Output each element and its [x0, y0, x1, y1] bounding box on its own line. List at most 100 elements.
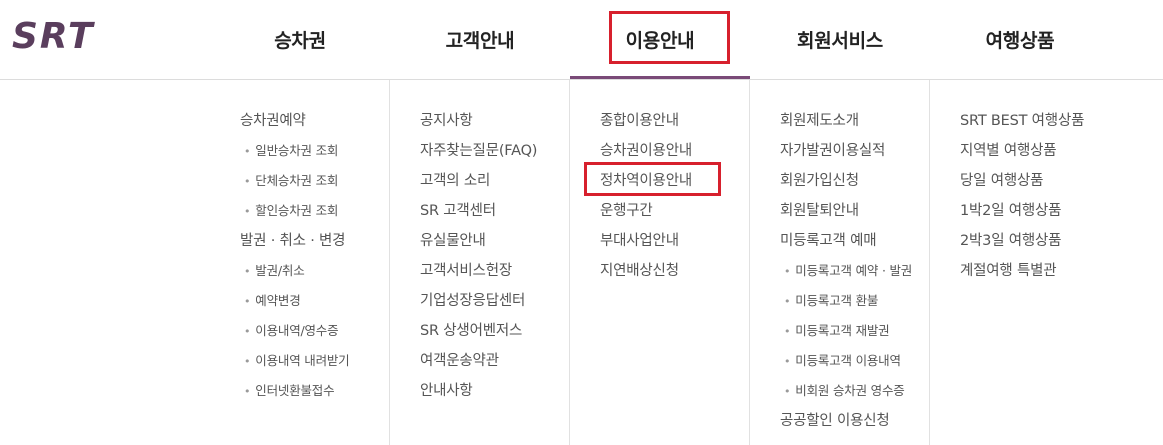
submenu-item-ticket[interactable]: • 발권/취소 [240, 256, 389, 286]
menu-item-label: 미등록고객 예약 · 발권 [795, 263, 913, 278]
menu-item-label: 회원탈퇴안내 [780, 203, 859, 219]
active-tab-underline [570, 76, 750, 79]
highlight-box-usage-tab [609, 11, 730, 64]
menu-item-member[interactable]: 회원가입신청 [780, 166, 930, 196]
menu-item-label: SRT BEST 여행상품 [960, 113, 1085, 129]
menu-item-label: 부대사업안내 [600, 233, 679, 249]
menu-column-travel: SRT BEST 여행상품지역별 여행상품 당일 여행상품 1박2일 여행상품 2박3… [929, 80, 1110, 445]
menu-item-member[interactable]: 회원제도소개 [780, 106, 930, 136]
menu-list-member: 회원제도소개 자가발권이용실적 회원가입신청 회원탈퇴안내 미등록고객 예매 • 미등록고객… [780, 106, 930, 436]
menu-item-label: 공공할인 이용신청 [780, 413, 890, 429]
menu-item-label: 이용내역/영수증 [255, 323, 339, 338]
menu-item-travel[interactable]: 1박2일 여행상품 [960, 196, 1110, 226]
menu-list-customer: 공지사항자주찾는질문(FAQ) 고객의 소리 SR 고객센터유실물안내고객서비스헌장… [420, 106, 570, 406]
menu-item-label: 미등록고객 이용내역 [795, 353, 901, 368]
submenu-item-ticket[interactable]: • 단체승차권 조회 [240, 166, 389, 196]
menu-item-label: 미등록고객 환불 [795, 293, 879, 308]
menu-item-label: 유실물안내 [420, 233, 486, 249]
menu-item-label: 예약변경 [255, 293, 301, 308]
submenu-item-ticket[interactable]: • 예약변경 [240, 286, 389, 316]
menu-item-label: 운행구간 [600, 203, 653, 219]
menu-item-label: 이용내역 내려받기 [255, 353, 350, 368]
svg-text:SRT: SRT [12, 16, 95, 54]
menu-list-ticket: 승차권예약 • 일반승차권 조회 • 단체승차권 조회 • 할인승차권 조회발권 · 취소 … [240, 106, 389, 406]
menu-item-label: 고객의 소리 [420, 173, 491, 189]
menu-item-travel[interactable]: 지역별 여행상품 [960, 136, 1110, 166]
menu-item-label: 일반승차권 조회 [255, 143, 339, 158]
menu-item-customer[interactable]: 기업성장응답센터 [420, 286, 570, 316]
bullet-icon: • [784, 385, 791, 398]
menu-item-usage[interactable]: 종합이용안내 [600, 106, 750, 136]
menu-item-ticket[interactable]: 발권 · 취소 · 변경 [240, 226, 389, 256]
menu-item-travel[interactable]: 2박3일 여행상품 [960, 226, 1110, 256]
menu-item-label: 자가발권이용실적 [780, 143, 886, 159]
menu-item-label: 여객운송약관 [420, 353, 499, 369]
menu-item-usage[interactable]: 운행구간 [600, 196, 750, 226]
menu-item-member[interactable]: 미등록고객 예매 [780, 226, 930, 256]
bullet-icon: • [244, 145, 251, 158]
nav-tab-travel[interactable]: 여행상품 [930, 0, 1110, 79]
submenu-item-member[interactable]: • 미등록고객 재발권 [780, 316, 930, 346]
menu-item-label: 할인승차권 조회 [255, 203, 339, 218]
nav-tab-member[interactable]: 회원서비스 [750, 0, 930, 79]
submenu-item-ticket[interactable]: • 인터넷환불접수 [240, 376, 389, 406]
bullet-icon: • [244, 265, 251, 278]
menu-item-travel[interactable]: SRT BEST 여행상품 [960, 106, 1110, 136]
submenu-item-ticket[interactable]: • 이용내역 내려받기 [240, 346, 389, 376]
menu-column-ticket: 승차권예약 • 일반승차권 조회 • 단체승차권 조회 • 할인승차권 조회발권 · 취소 … [210, 80, 389, 445]
menu-item-label: 발권/취소 [255, 263, 305, 278]
menu-item-customer[interactable]: SR 고객센터 [420, 196, 570, 226]
menu-item-label: SR 상생어벤저스 [420, 323, 523, 339]
menu-item-travel[interactable]: 당일 여행상품 [960, 166, 1110, 196]
bullet-icon: • [244, 205, 251, 218]
bullet-icon: • [244, 355, 251, 368]
menu-item-label: 인터넷환불접수 [255, 383, 335, 398]
menu-item-label: 공지사항 [420, 113, 473, 129]
submenu-item-ticket[interactable]: • 할인승차권 조회 [240, 196, 389, 226]
nav-tab-customer[interactable]: 고객안내 [390, 0, 570, 79]
menu-item-customer[interactable]: 유실물안내 [420, 226, 570, 256]
menu-item-ticket[interactable]: 승차권예약 [240, 106, 389, 136]
menu-item-customer[interactable]: 자주찾는질문(FAQ) [420, 136, 570, 166]
menu-list-usage: 종합이용안내 승차권이용안내 정차역이용안내 운행구간 부대사업안내 지연배상신청 [600, 106, 750, 286]
menu-item-label: 계절여행 특별관 [960, 263, 1057, 279]
nav-tab-ticket[interactable]: 승차권 [210, 0, 390, 79]
bullet-icon: • [244, 385, 251, 398]
submenu-item-member[interactable]: • 미등록고객 이용내역 [780, 346, 930, 376]
menu-item-label: 회원가입신청 [780, 173, 859, 189]
submenu-item-member[interactable]: • 미등록고객 예약 · 발권 [780, 256, 930, 286]
menu-item-usage[interactable]: 부대사업안내 [600, 226, 750, 256]
submenu-item-ticket[interactable]: • 이용내역/영수증 [240, 316, 389, 346]
bullet-icon: • [784, 355, 791, 368]
submenu-item-ticket[interactable]: • 일반승차권 조회 [240, 136, 389, 166]
menu-item-customer[interactable]: SR 상생어벤저스 [420, 316, 570, 346]
menu-item-member[interactable]: 공공할인 이용신청 [780, 406, 930, 436]
submenu-item-member[interactable]: • 미등록고객 환불 [780, 286, 930, 316]
menu-item-label: 2박3일 여행상품 [960, 233, 1062, 249]
menu-list-travel: SRT BEST 여행상품지역별 여행상품 당일 여행상품 1박2일 여행상품 2박3… [960, 106, 1110, 286]
menu-item-travel[interactable]: 계절여행 특별관 [960, 256, 1110, 286]
menu-item-label: 기업성장응답센터 [420, 293, 526, 309]
menu-item-customer[interactable]: 안내사항 [420, 376, 570, 406]
bullet-icon: • [244, 325, 251, 338]
bullet-icon: • [784, 265, 791, 278]
srt-logo[interactable]: SRT [10, 16, 128, 54]
menu-item-customer[interactable]: 공지사항 [420, 106, 570, 136]
bullet-icon: • [784, 325, 791, 338]
menu-item-customer[interactable]: 여객운송약관 [420, 346, 570, 376]
menu-item-label: 발권 · 취소 · 변경 [240, 233, 346, 249]
menu-item-member[interactable]: 자가발권이용실적 [780, 136, 930, 166]
menu-item-label: 종합이용안내 [600, 113, 679, 129]
menu-item-label: 지연배상신청 [600, 263, 679, 279]
menu-item-customer[interactable]: 고객의 소리 [420, 166, 570, 196]
site-header: SRT 승차권 고객안내 이용안내 회원서비스 여행상품 [0, 0, 1163, 80]
submenu-item-member[interactable]: • 비회원 승차권 영수증 [780, 376, 930, 406]
menu-item-label: 고객서비스헌장 [420, 263, 512, 279]
menu-item-label: 자주찾는질문(FAQ) [420, 143, 538, 159]
menu-column-member: 회원제도소개 자가발권이용실적 회원가입신청 회원탈퇴안내 미등록고객 예매 • 미등록고객… [749, 80, 930, 445]
menu-item-customer[interactable]: 고객서비스헌장 [420, 256, 570, 286]
menu-item-label: 승차권예약 [240, 113, 306, 129]
menu-item-usage[interactable]: 지연배상신청 [600, 256, 750, 286]
menu-item-label: 승차권이용안내 [600, 143, 692, 159]
menu-item-member[interactable]: 회원탈퇴안내 [780, 196, 930, 226]
